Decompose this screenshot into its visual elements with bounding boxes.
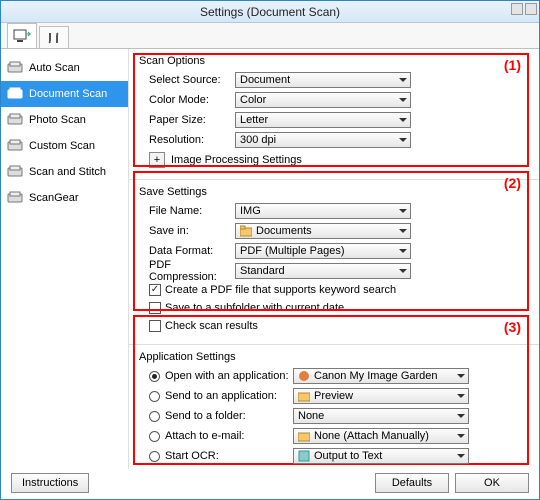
ok-button[interactable]: OK: [455, 473, 529, 493]
keyword-search-checkbox[interactable]: [149, 284, 161, 296]
sidebar-item-scangear[interactable]: ScanGear: [1, 185, 128, 211]
scanner-auto-icon: [7, 61, 23, 75]
data-format-dropdown[interactable]: PDF (Multiple Pages): [235, 243, 411, 259]
scanner-document-icon: [7, 87, 23, 101]
open-with-app-radio[interactable]: [149, 371, 160, 382]
send-to-app-radio[interactable]: [149, 391, 160, 402]
data-format-label: Data Format:: [139, 245, 235, 257]
main-panel: (1) (2) (3) Scan Options Select Source: …: [129, 49, 539, 469]
tab-tools[interactable]: [39, 26, 69, 48]
window-title: Settings (Document Scan): [200, 5, 340, 19]
scanner-gear-icon: [7, 191, 23, 205]
section-title: Application Settings: [139, 351, 529, 363]
app-icon: [298, 370, 310, 382]
radio-label: Start OCR:: [165, 450, 293, 462]
color-mode-label: Color Mode:: [139, 94, 235, 106]
pdf-compression-label: PDF Compression:: [139, 259, 235, 283]
instructions-button[interactable]: Instructions: [11, 473, 89, 493]
sidebar-label: Photo Scan: [29, 114, 86, 126]
section-title: Scan Options: [139, 55, 529, 67]
select-source-label: Select Source:: [139, 74, 235, 86]
plus-icon: +: [154, 154, 160, 166]
resolution-label: Resolution:: [139, 134, 235, 146]
sidebar-item-photo-scan[interactable]: Photo Scan: [1, 107, 128, 133]
checkbox-label: Save to a subfolder with current date: [165, 302, 344, 314]
defaults-button[interactable]: Defaults: [375, 473, 449, 493]
tab-bar: [1, 23, 539, 49]
color-mode-dropdown[interactable]: Color: [235, 92, 411, 108]
check-scan-results-checkbox[interactable]: [149, 320, 161, 332]
sidebar-label: ScanGear: [29, 192, 79, 204]
sidebar-item-scan-and-stitch[interactable]: Scan and Stitch: [1, 159, 128, 185]
sidebar-item-auto-scan[interactable]: Auto Scan: [1, 55, 128, 81]
folder-icon: [298, 430, 310, 442]
open-with-app-dropdown[interactable]: Canon My Image Garden: [293, 368, 469, 384]
sidebar-item-document-scan[interactable]: Document Scan: [1, 81, 128, 107]
save-in-dropdown[interactable]: Documents: [235, 223, 411, 239]
sidebar: Auto Scan Document Scan Photo Scan Custo…: [1, 49, 129, 469]
close-button[interactable]: [525, 3, 537, 15]
radio-label: Send to a folder:: [165, 410, 293, 422]
subfolder-date-checkbox[interactable]: [149, 302, 161, 314]
start-ocr-dropdown[interactable]: Output to Text: [293, 448, 469, 464]
attach-email-radio[interactable]: [149, 431, 160, 442]
sidebar-item-custom-scan[interactable]: Custom Scan: [1, 133, 128, 159]
checkbox-label: Create a PDF file that supports keyword …: [165, 284, 396, 296]
send-to-app-dropdown[interactable]: Preview: [293, 388, 469, 404]
save-settings-section: Save Settings File Name: IMG Save in: Do…: [129, 179, 539, 344]
radio-label: Open with an application:: [165, 370, 293, 382]
tab-scan-from-computer[interactable]: [7, 23, 37, 48]
sidebar-label: Auto Scan: [29, 62, 80, 74]
file-name-label: File Name:: [139, 205, 235, 217]
paper-size-label: Paper Size:: [139, 114, 235, 126]
sidebar-label: Document Scan: [29, 88, 107, 100]
title-bar: Settings (Document Scan): [1, 1, 539, 23]
send-to-folder-radio[interactable]: [149, 411, 160, 422]
send-to-folder-dropdown[interactable]: None: [293, 408, 469, 424]
checkbox-label: Check scan results: [165, 320, 258, 332]
minimize-button[interactable]: [511, 3, 523, 15]
scanner-stitch-icon: [7, 165, 23, 179]
resolution-dropdown[interactable]: 300 dpi: [235, 132, 411, 148]
save-in-label: Save in:: [139, 225, 235, 237]
settings-dialog: Settings (Document Scan) Auto Scan Docum…: [0, 0, 540, 500]
monitor-arrow-icon: [13, 29, 31, 43]
expand-image-processing-button[interactable]: +: [149, 152, 165, 168]
application-settings-section: Application Settings Open with an applic…: [129, 344, 539, 469]
section-title: Save Settings: [139, 186, 529, 198]
scanner-photo-icon: [7, 113, 23, 127]
app-icon: [298, 450, 310, 462]
start-ocr-radio[interactable]: [149, 451, 160, 462]
scan-options-section: Scan Options Select Source: Document Col…: [129, 49, 539, 179]
pdf-compression-dropdown[interactable]: Standard: [235, 263, 411, 279]
footer: Instructions Defaults OK: [1, 473, 539, 493]
select-source-dropdown[interactable]: Document: [235, 72, 411, 88]
radio-label: Send to an application:: [165, 390, 293, 402]
sidebar-label: Scan and Stitch: [29, 166, 106, 178]
paper-size-dropdown[interactable]: Letter: [235, 112, 411, 128]
image-processing-label: Image Processing Settings: [171, 154, 302, 166]
sidebar-label: Custom Scan: [29, 140, 95, 152]
folder-icon: [240, 225, 252, 237]
radio-label: Attach to e-mail:: [165, 430, 293, 442]
scanner-custom-icon: [7, 139, 23, 153]
folder-icon: [298, 390, 310, 402]
tools-icon: [47, 31, 61, 45]
attach-email-dropdown[interactable]: None (Attach Manually): [293, 428, 469, 444]
file-name-combo[interactable]: IMG: [235, 203, 411, 219]
